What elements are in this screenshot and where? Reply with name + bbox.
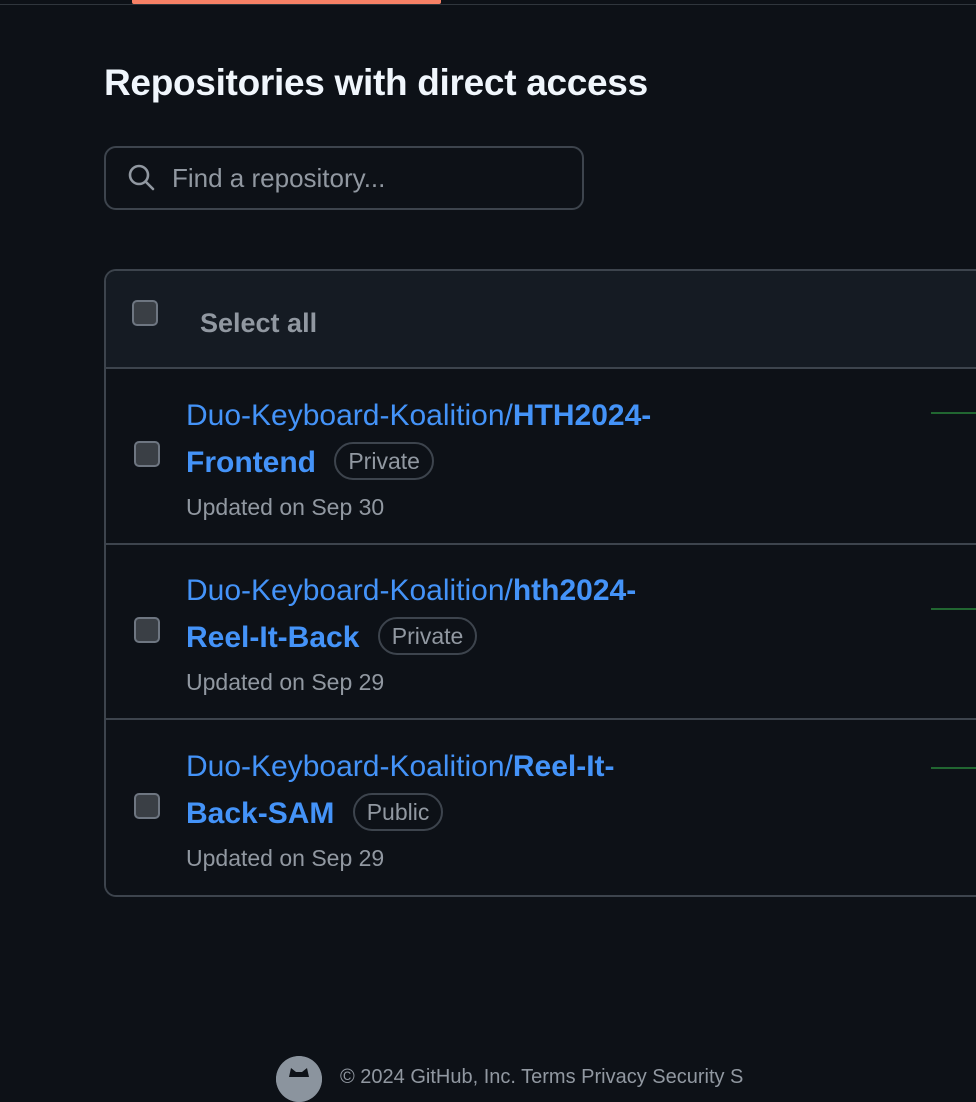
repo-name-part: Back-SAM [186,797,335,830]
repo-info: Duo-Keyboard-Koalition/Reel-It- Back-SAM … [186,743,746,872]
select-all-checkbox[interactable] [132,300,158,326]
search-input[interactable] [172,162,562,194]
repo-link[interactable]: Duo-Keyboard-Koalition/hth2024- Reel-It-B… [186,567,746,661]
visibility-badge: Private [334,441,434,480]
repo-checkbox[interactable] [134,616,160,643]
updated-timestamp: Updated on Sep 30 [186,493,385,520]
repo-info: Duo-Keyboard-Koalition/HTH2024- Frontend … [186,392,746,521]
search-box[interactable] [104,146,584,210]
updated-timestamp: Updated on Sep 29 [186,845,385,871]
repo-info: Duo-Keyboard-Koalition/hth2024- Reel-It-B… [186,567,746,696]
table-row: Duo-Keyboard-Koalition/hth2024- Reel-It-B… [106,545,976,720]
activity-sparkline [931,608,976,610]
page-title: Repositories with direct access [104,62,648,103]
active-tab-underline [132,0,441,4]
repo-name-part: Reel-It-Back [186,621,360,654]
visibility-badge: Private [377,617,478,655]
repo-owner: Duo-Keyboard-Koalition/ [186,574,513,607]
activity-sparkline [931,767,976,769]
search-icon [128,164,155,191]
repo-name-part: HTH2024- [512,398,652,432]
repo-checkbox[interactable] [134,792,160,819]
activity-sparkline [931,412,976,414]
repo-link[interactable]: Duo-Keyboard-Koalition/HTH2024- Frontend … [186,392,746,486]
repo-owner: Duo-Keyboard-Koalition/ [186,750,513,783]
table-row: Duo-Keyboard-Koalition/HTH2024- Frontend … [106,369,976,545]
visibility-badge: Public [352,793,444,831]
repository-list: Select all Duo-Keyboard-Koalition/HTH202… [104,269,976,897]
repo-owner: Duo-Keyboard-Koalition/ [186,398,513,432]
select-all-label: Select all [200,307,318,338]
repo-checkbox[interactable] [134,441,160,467]
repo-link[interactable]: Duo-Keyboard-Koalition/Reel-It- Back-SAM … [186,743,746,837]
footer-text: © 2024 GitHub, Inc. Terms Privacy Securi… [340,1066,744,1088]
table-header: Select all [106,271,976,369]
repo-name-part: Frontend [186,445,316,479]
updated-timestamp: Updated on Sep 29 [186,669,385,695]
github-logo-icon[interactable] [276,1056,322,1102]
repo-name-part: Reel-It- [512,750,615,783]
repo-name-part: hth2024- [512,574,637,607]
table-row: Duo-Keyboard-Koalition/Reel-It- Back-SAM … [106,720,976,895]
